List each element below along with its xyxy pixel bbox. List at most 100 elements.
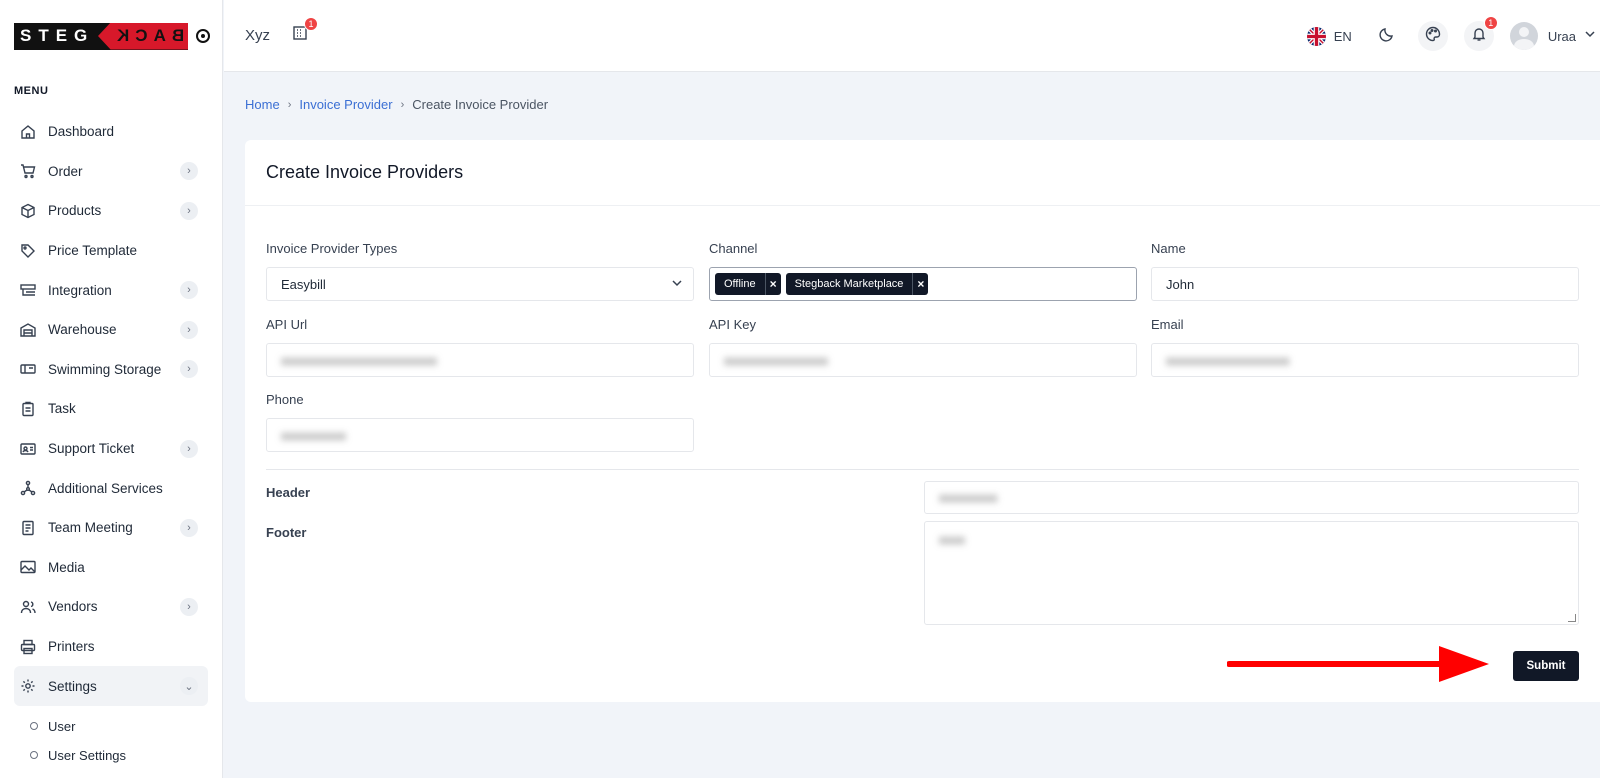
- brand-logo-left: STEG: [20, 26, 95, 45]
- chevron-down-icon: [671, 277, 683, 292]
- subitem-label: User Settings: [48, 747, 127, 763]
- chevron-right-icon[interactable]: ›: [180, 360, 198, 379]
- sidebar-item-label: Printers: [48, 639, 95, 655]
- sidebar-item-label: Media: [48, 559, 85, 575]
- sidebar-item-label: Team Meeting: [48, 520, 133, 536]
- warehouse-icon: [20, 322, 36, 338]
- red-arrow-annotation: [1227, 646, 1489, 682]
- chevron-right-icon[interactable]: ›: [180, 320, 198, 339]
- sidebar-item-vendors[interactable]: Vendors ›: [14, 587, 208, 627]
- header-input[interactable]: xxxxxxxxx: [924, 481, 1579, 514]
- api-url-field: API Url xxxxxxxxxxxxxxxxxxxxxxxx: [266, 317, 694, 377]
- channel-multiselect[interactable]: Offline × Stegback Marketplace ×: [709, 267, 1137, 301]
- sidebar-item-task[interactable]: Task: [14, 389, 208, 429]
- sidebar-item-price-template[interactable]: Price Template: [14, 231, 208, 271]
- sidebar-item-products[interactable]: Products ›: [14, 191, 208, 231]
- provider-type-select[interactable]: Easybill: [266, 267, 694, 301]
- sidebar-item-label: Vendors: [48, 599, 98, 615]
- users-icon: [20, 599, 36, 615]
- chevron-right-icon[interactable]: ›: [180, 162, 198, 181]
- notebook-icon: [20, 520, 36, 536]
- resize-handle-icon[interactable]: [1568, 614, 1576, 622]
- api-key-input[interactable]: xxxxxxxxxxxxxxxx: [709, 343, 1137, 377]
- chevron-right-icon[interactable]: ›: [180, 597, 198, 616]
- email-field: Email xxxxxxxxxxxxxxxxxxx: [1151, 317, 1579, 377]
- settings-submenu: User User Settings: [0, 712, 222, 770]
- palette-icon: [1425, 26, 1441, 47]
- company-badge: 1: [304, 16, 319, 31]
- email-input[interactable]: xxxxxxxxxxxxxxxxxxx: [1151, 343, 1579, 377]
- topbar-right: EN 1 Uraa: [1306, 0, 1600, 72]
- api-key-value: xxxxxxxxxxxxxxxx: [724, 352, 828, 368]
- avatar[interactable]: [1509, 22, 1538, 50]
- storage-icon: [20, 361, 36, 377]
- sidebar-nav: Dashboard Order › Products › Price Templ…: [0, 112, 222, 706]
- form-divider: [266, 469, 1579, 470]
- company-name[interactable]: Xyz: [245, 27, 270, 44]
- submit-button[interactable]: Submit: [1513, 651, 1579, 681]
- theme-button[interactable]: [1417, 21, 1448, 51]
- name-value: John: [1166, 276, 1195, 292]
- dark-mode-toggle[interactable]: [1372, 21, 1402, 51]
- language-switcher[interactable]: EN: [1306, 26, 1352, 46]
- sidebar-item-additional-services[interactable]: Additional Services: [14, 468, 208, 508]
- cart-icon: [20, 163, 36, 179]
- footer-value: xxxx: [939, 532, 965, 547]
- brand-logo-right: BACK: [98, 22, 188, 50]
- breadcrumb-home[interactable]: Home: [245, 97, 280, 112]
- chevron-right-icon[interactable]: ›: [180, 439, 198, 458]
- email-label: Email: [1151, 317, 1184, 332]
- sidebar-item-order[interactable]: Order ›: [14, 152, 208, 192]
- chevron-right-icon[interactable]: ›: [180, 518, 198, 537]
- close-icon[interactable]: ×: [912, 273, 928, 295]
- sidebar-item-settings[interactable]: Settings ⌄: [14, 666, 208, 706]
- chevron-down-icon[interactable]: ⌄: [180, 677, 198, 696]
- breadcrumb-current: Create Invoice Provider: [412, 97, 549, 112]
- notifications-button[interactable]: 1: [1463, 16, 1498, 51]
- sidebar: STEG BACK MENU Dashboard Order › Product…: [0, 0, 223, 778]
- footer-label: Footer: [266, 525, 307, 540]
- box-icon: [20, 203, 36, 219]
- phone-input[interactable]: xxxxxxxxxx: [266, 418, 694, 452]
- footer-textarea[interactable]: xxxx: [924, 521, 1579, 625]
- sidebar-item-dashboard[interactable]: Dashboard: [14, 112, 208, 152]
- user-name[interactable]: Uraa: [1548, 29, 1576, 44]
- api-url-input[interactable]: xxxxxxxxxxxxxxxxxxxxxxxx: [266, 343, 694, 377]
- menu-title: MENU: [14, 85, 49, 97]
- sidebar-subitem-user[interactable]: User: [30, 712, 222, 741]
- bullet-icon: [30, 722, 38, 731]
- chevron-right-icon[interactable]: ›: [180, 201, 198, 220]
- sidebar-item-label: Order: [48, 163, 83, 179]
- printer-icon: [20, 639, 36, 655]
- sidebar-item-label: Dashboard: [48, 124, 115, 140]
- chevron-right-icon[interactable]: ›: [180, 281, 198, 300]
- breadcrumb-invoice-provider[interactable]: Invoice Provider: [299, 97, 392, 112]
- api-key-field: API Key xxxxxxxxxxxxxxxx: [709, 317, 1137, 377]
- sidebar-toggle-icon[interactable]: [196, 29, 210, 43]
- company-switch-button[interactable]: 1: [286, 16, 319, 50]
- chevron-down-icon[interactable]: [1584, 27, 1596, 45]
- sidebar-item-support-ticket[interactable]: Support Ticket ›: [14, 429, 208, 469]
- sidebar-item-warehouse[interactable]: Warehouse ›: [14, 310, 208, 350]
- breadcrumb: Home › Invoice Provider › Create Invoice…: [245, 97, 548, 112]
- channel-field: Channel Offline × Stegback Marketplace ×: [709, 241, 1137, 301]
- logo-row: STEG BACK: [0, 0, 222, 72]
- bell-icon: [1471, 26, 1487, 47]
- sidebar-subitem-user-settings[interactable]: User Settings: [30, 741, 222, 770]
- brand-logo[interactable]: STEG BACK: [14, 22, 188, 50]
- sidebar-item-integration[interactable]: Integration ›: [14, 270, 208, 310]
- close-icon[interactable]: ×: [764, 273, 781, 295]
- notification-badge: 1: [1483, 16, 1498, 30]
- sidebar-item-swimming-storage[interactable]: Swimming Storage ›: [14, 350, 208, 390]
- subitem-label: User: [48, 718, 76, 734]
- clipboard-icon: [20, 401, 36, 417]
- sidebar-item-printers[interactable]: Printers: [14, 627, 208, 667]
- id-card-icon: [20, 441, 36, 457]
- sidebar-item-team-meeting[interactable]: Team Meeting ›: [14, 508, 208, 548]
- sidebar-item-media[interactable]: Media: [14, 548, 208, 588]
- channel-label: Channel: [709, 241, 758, 256]
- name-field: Name John: [1151, 241, 1579, 301]
- sidebar-item-label: Task: [48, 401, 76, 417]
- name-input[interactable]: John: [1151, 267, 1579, 301]
- tag-icon: [20, 243, 36, 259]
